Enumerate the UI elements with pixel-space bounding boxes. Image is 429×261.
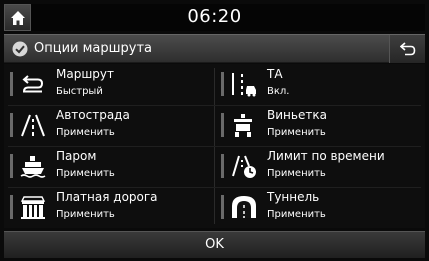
option-value: Применить [56,127,115,138]
selection-bar [10,195,13,219]
option-toll-road[interactable]: Платная дорога Применить [4,187,214,228]
title-bar: Опции маршрута [4,34,425,63]
option-value: Применить [56,209,115,220]
tunnel-icon [232,196,256,218]
page-title: Опции маршрута [34,41,153,56]
option-value: Применить [267,168,326,179]
option-ta[interactable]: ТА Вкл. [215,64,425,105]
option-label: Автострада [56,108,130,122]
option-tunnel[interactable]: Туннель Применить [215,187,425,228]
option-value: Быстрый [56,86,103,97]
traffic-icon [232,73,256,97]
motorway-icon [21,114,45,137]
back-button[interactable] [389,35,425,63]
option-ferry[interactable]: Паром Применить [4,146,214,187]
ok-label: OK [205,237,224,252]
selection-bar [221,113,224,137]
option-label: Маршрут [56,67,115,81]
checkmark-circle-icon [12,41,28,57]
option-route[interactable]: Маршрут Быстрый [4,64,214,105]
toll-road-icon [20,196,46,219]
selection-bar [10,113,13,137]
ferry-icon [20,156,46,178]
route-options-screen: 06:20 Опции маршрута Маршрут Быстрый ТА … [0,0,429,261]
option-value: Вкл. [267,86,290,97]
selection-bar [221,195,224,219]
back-arrow-icon [400,42,416,56]
option-motorway[interactable]: Автострада Применить [4,105,214,146]
option-value: Применить [267,127,326,138]
selection-bar [221,72,224,96]
ok-button[interactable]: OK [4,231,425,258]
route-icon [22,75,44,93]
status-bar: 06:20 [4,4,425,31]
clock: 06:20 [187,6,242,27]
options-grid: Маршрут Быстрый ТА Вкл. Автострада Приме… [4,64,425,228]
option-label: Виньетка [267,108,327,122]
option-value: Применить [56,168,115,179]
option-label: Платная дорога [56,190,158,204]
selection-bar [10,154,13,178]
option-vignette[interactable]: Виньетка Применить [215,105,425,146]
option-label: Паром [56,149,97,163]
time-limit-icon [232,155,256,178]
option-value: Применить [267,209,326,220]
option-label: ТА [267,67,283,81]
selection-bar [10,72,13,96]
option-time-limit[interactable]: Лимит по времени Применить [215,146,425,187]
option-label: Туннель [267,190,320,204]
selection-bar [221,154,224,178]
option-label: Лимит по времени [267,149,385,163]
vignette-icon [234,114,252,137]
